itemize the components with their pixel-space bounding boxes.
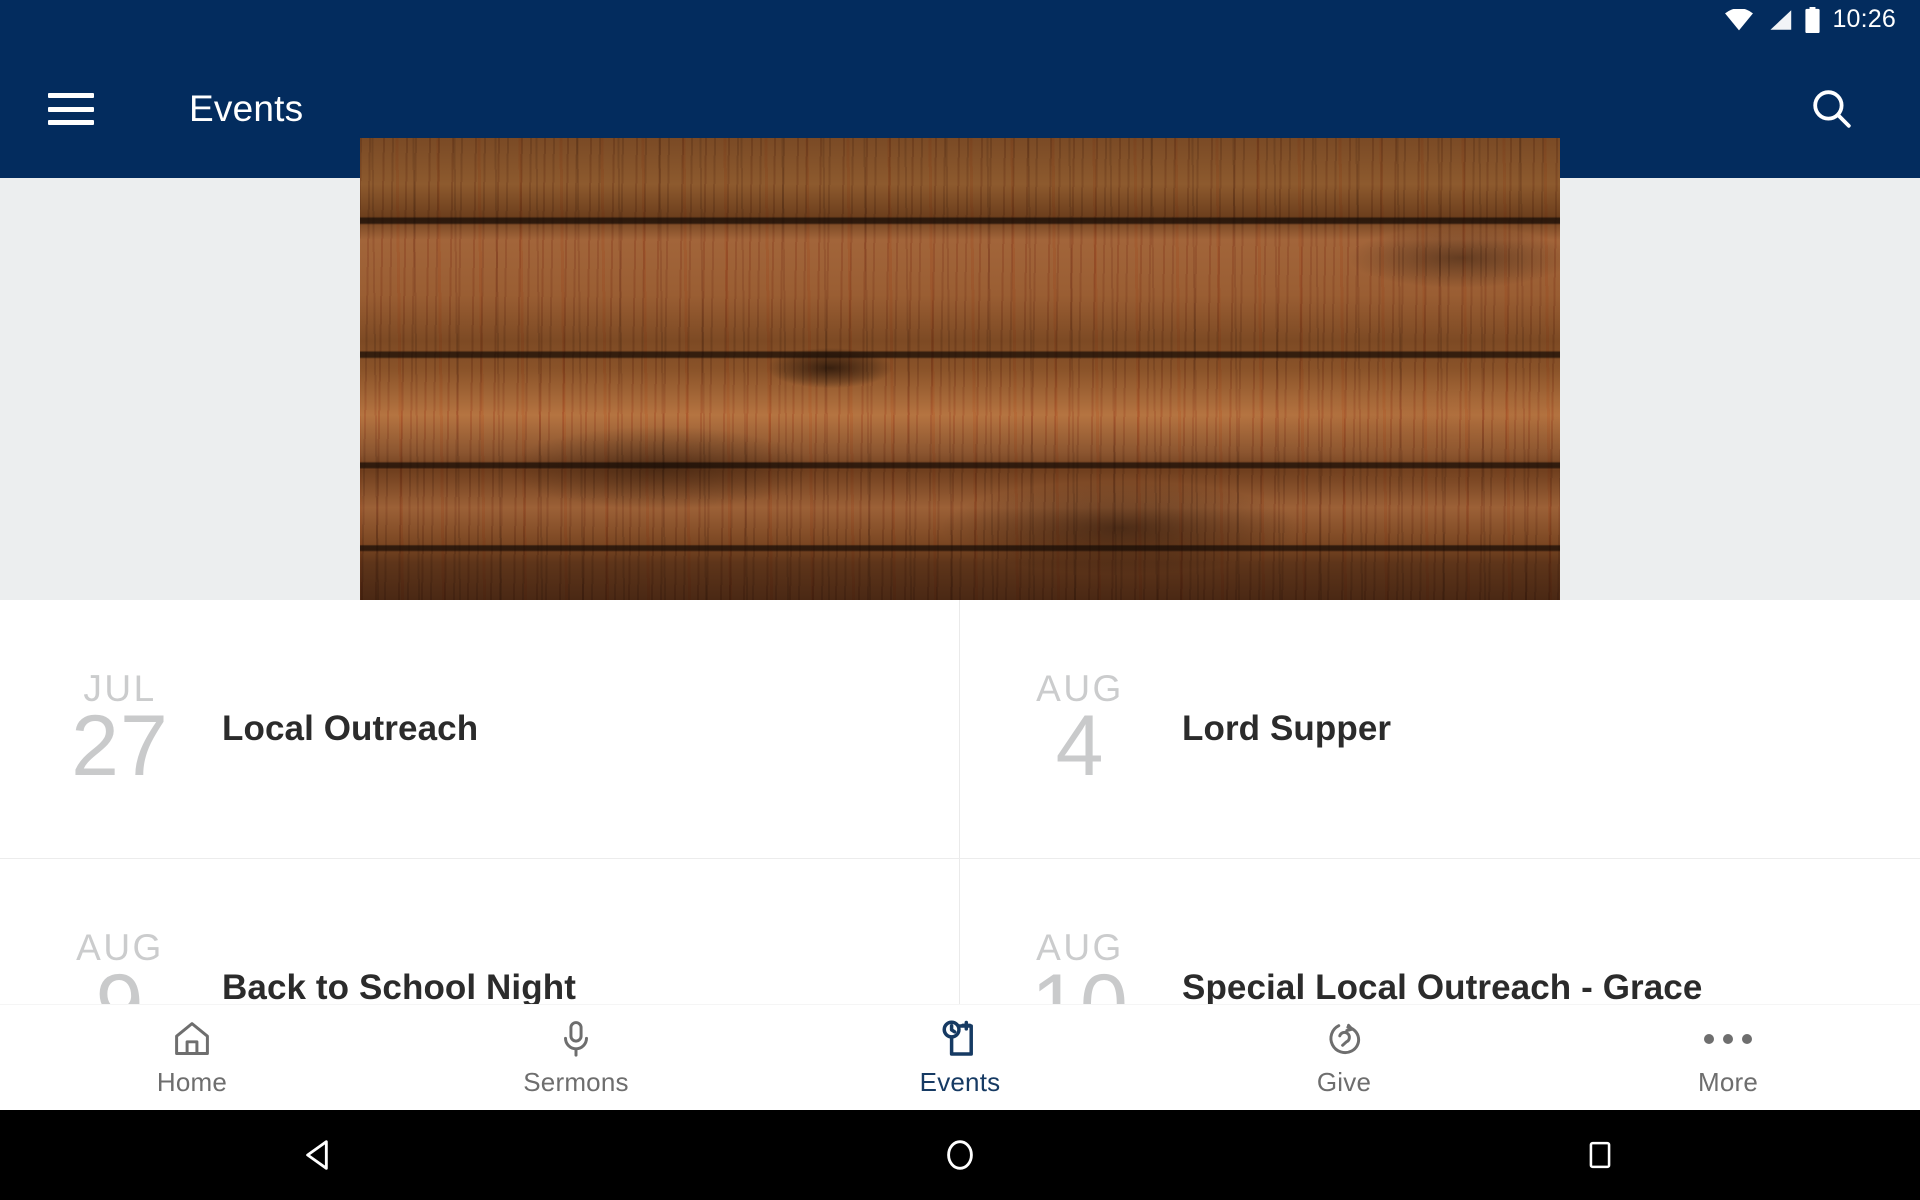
event-title: Special Local Outreach - Grace (1182, 968, 1703, 1004)
tab-label: Events (919, 1067, 1001, 1097)
event-date: AUG 10 (960, 929, 1182, 1005)
giving-hand-icon (1323, 1017, 1365, 1061)
tab-home[interactable]: Home (0, 1005, 384, 1111)
wood-plank-hero-image[interactable] (360, 138, 1560, 600)
event-clock-icon (939, 1017, 981, 1061)
events-row: AUG 9 Back to School Night AUG 10 Specia… (0, 859, 1920, 1004)
tab-label: More (1697, 1067, 1759, 1097)
tab-label: Sermons (523, 1067, 629, 1097)
android-home-button[interactable] (900, 1110, 1020, 1200)
tab-more[interactable]: More (1536, 1005, 1920, 1111)
hamburger-menu-icon[interactable] (48, 93, 94, 125)
search-button[interactable] (1804, 81, 1860, 137)
home-icon (171, 1017, 213, 1061)
android-recents-button[interactable] (1540, 1110, 1660, 1200)
event-title: Back to School Night (222, 968, 576, 1004)
event-card[interactable]: JUL 27 Local Outreach (0, 600, 960, 858)
status-bar: 10:26 (0, 0, 1920, 40)
page-title: Events (189, 88, 304, 129)
battery-icon (1805, 7, 1821, 33)
events-list: JUL 27 Local Outreach AUG 4 Lord Supper … (0, 600, 1920, 1004)
home-circle-icon (947, 1140, 973, 1170)
cell-signal-icon (1770, 10, 1792, 30)
tab-give[interactable]: Give (1152, 1005, 1536, 1111)
hero-section (0, 138, 1920, 600)
recents-square-icon (1589, 1141, 1611, 1169)
event-day: 27 (71, 697, 169, 794)
event-day: 4 (1055, 697, 1105, 794)
event-card[interactable]: AUG 10 Special Local Outreach - Grace (960, 859, 1920, 1005)
tab-sermons[interactable]: Sermons (384, 1005, 768, 1111)
event-title: Lord Supper (1182, 709, 1392, 748)
tab-events[interactable]: Events (768, 1005, 1152, 1111)
events-row: JUL 27 Local Outreach AUG 4 Lord Supper (0, 600, 1920, 858)
search-icon (1813, 90, 1851, 128)
tab-label: Give (1316, 1067, 1372, 1097)
event-card[interactable]: AUG 9 Back to School Night (0, 859, 960, 1004)
event-date: AUG 9 (0, 929, 222, 1005)
android-back-button[interactable] (260, 1110, 380, 1200)
event-card[interactable]: AUG 4 Lord Supper (960, 600, 1920, 858)
android-navigation-bar (0, 1110, 1920, 1200)
event-day: 10 (1031, 962, 1129, 1005)
tab-label: Home (156, 1067, 228, 1097)
more-dots-icon (1704, 1017, 1752, 1061)
event-date: JUL 27 (0, 670, 222, 789)
event-day: 9 (96, 962, 145, 1005)
wifi-icon (1725, 9, 1754, 31)
back-triangle-icon (306, 1140, 328, 1170)
phone-screen: 10:26 Events JUL 27 Local Outreach AUG 4… (0, 0, 1920, 1200)
event-date: AUG 4 (960, 670, 1182, 789)
event-title: Local Outreach (222, 709, 479, 748)
bottom-tab-bar: Home Sermons Events Give More (0, 1004, 1920, 1110)
microphone-icon (555, 1017, 597, 1061)
status-bar-clock: 10:26 (1832, 5, 1896, 33)
